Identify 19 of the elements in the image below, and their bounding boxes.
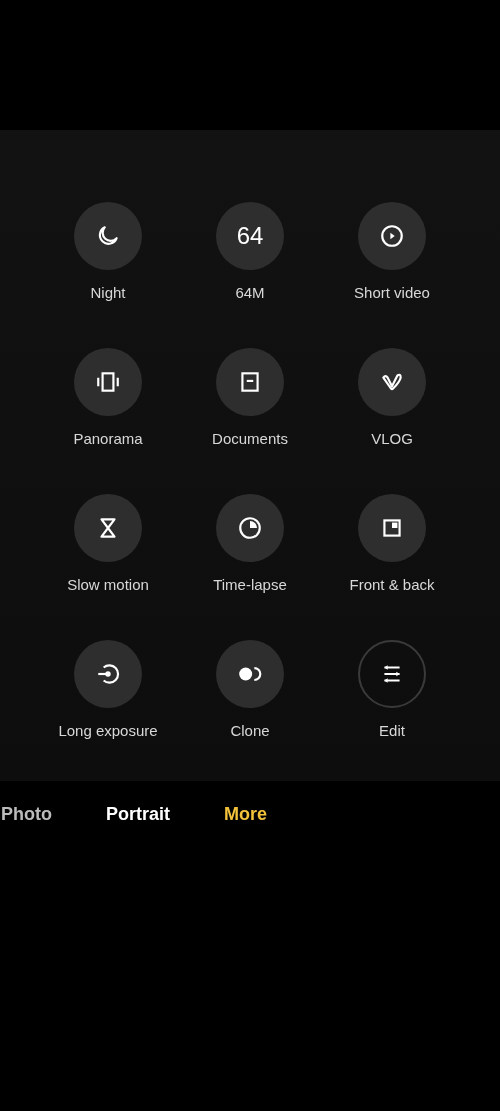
panorama-icon: [95, 369, 121, 395]
timer-icon: [237, 515, 263, 541]
mode-button[interactable]: Front & back: [321, 494, 463, 593]
exposure-icon: [95, 661, 121, 687]
mode-button[interactable]: Long exposure: [37, 640, 179, 739]
mode-button[interactable]: Slow motion: [37, 494, 179, 593]
play-icon: [379, 223, 405, 249]
mode-button[interactable]: Night: [37, 202, 179, 301]
mode-button[interactable]: Clone: [179, 640, 321, 739]
mode-button[interactable]: Edit: [321, 640, 463, 739]
mode-tab[interactable]: More: [224, 804, 268, 825]
mode-button[interactable]: Documents: [179, 348, 321, 447]
mode-button[interactable]: Panorama: [37, 348, 179, 447]
mode-button[interactable]: VLOG: [321, 348, 463, 447]
mode-tab[interactable]: Photo: [1, 804, 52, 825]
mode-button[interactable]: Time-lapse: [179, 494, 321, 593]
mode-button[interactable]: Short video: [321, 202, 463, 301]
mode-tab[interactable]: Portrait: [106, 804, 170, 825]
mode-button[interactable]: 64 64M: [179, 202, 321, 301]
